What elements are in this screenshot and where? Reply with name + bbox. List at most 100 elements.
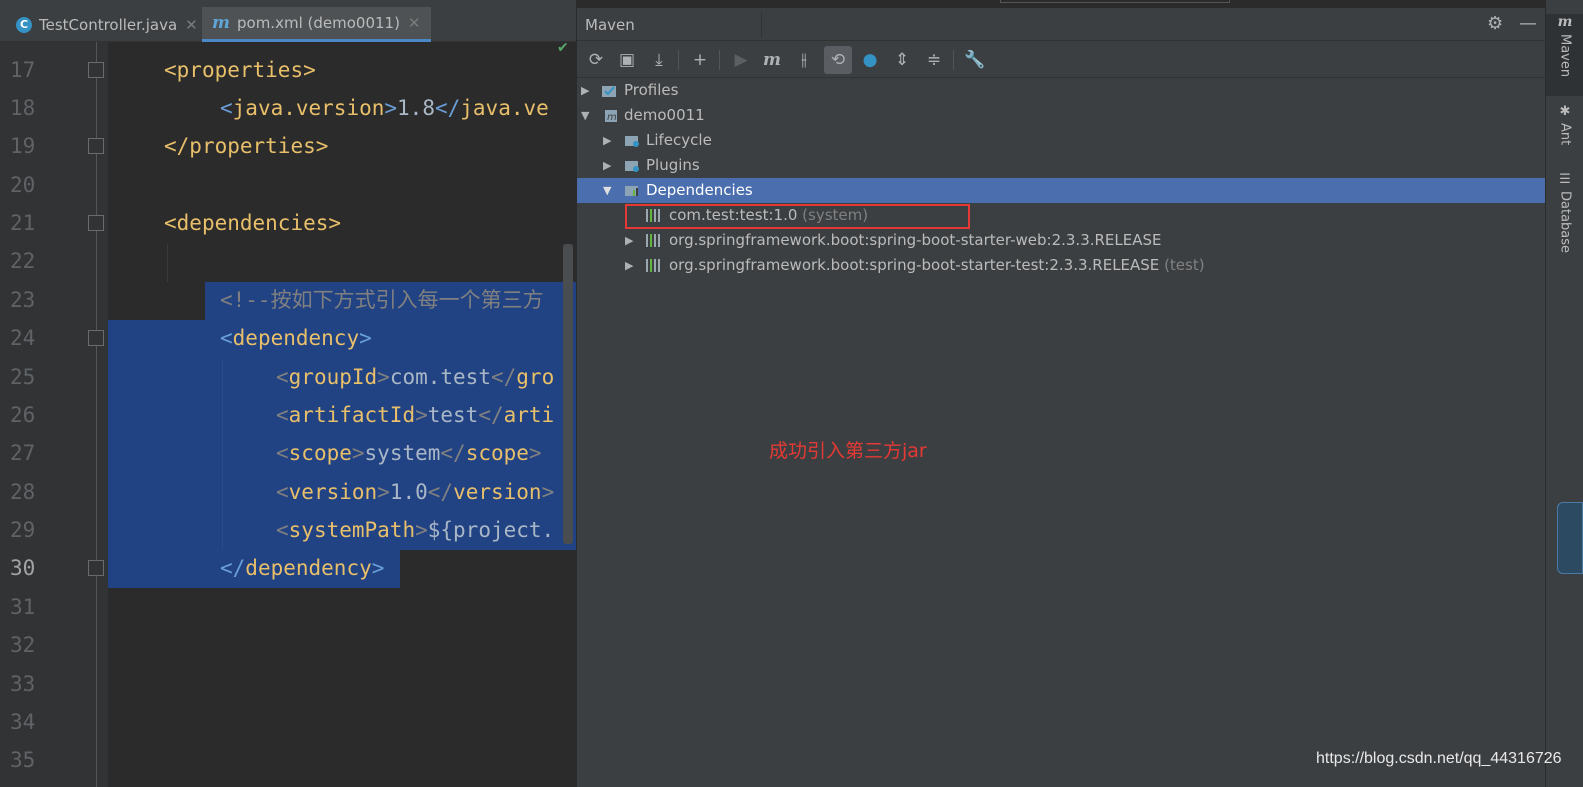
code-line-29[interactable]: <systemPath>${project. xyxy=(276,511,554,549)
code-line-19[interactable]: </properties> xyxy=(164,127,328,165)
fold-marker[interactable] xyxy=(88,62,104,78)
tree-item-profiles[interactable]: ▶ Profiles xyxy=(577,78,1546,103)
expand-arrow-icon[interactable]: ▶ xyxy=(603,153,611,178)
strip-label: Ant xyxy=(1557,123,1573,146)
folder-gear-icon xyxy=(625,136,639,147)
watermark: https://blog.csdn.net/qq_44316726 xyxy=(1316,750,1562,767)
library-icon xyxy=(646,259,664,272)
code-line-21[interactable]: <dependencies> xyxy=(164,204,341,242)
maven-tool-button[interactable]: m Maven xyxy=(1546,14,1583,96)
close-icon[interactable]: ✕ xyxy=(185,16,198,34)
folder-gear-icon xyxy=(625,161,639,172)
tag-name: scope xyxy=(288,441,352,465)
bracket: < xyxy=(276,403,289,427)
code-line-27[interactable]: <scope>system</scope> xyxy=(276,434,542,472)
expand-all-icon[interactable]: ⇕ xyxy=(888,46,916,74)
svg-text:m: m xyxy=(607,112,617,123)
wrench-icon[interactable]: 🔧 xyxy=(961,46,989,74)
tag-value: 1.8 xyxy=(397,96,435,120)
bracket: < xyxy=(276,441,289,465)
code-line-28[interactable]: <version>1.0</version> xyxy=(276,473,554,511)
maven-m-icon[interactable]: m xyxy=(758,46,786,74)
divider xyxy=(761,12,762,38)
bracket: < xyxy=(276,365,289,389)
fold-marker[interactable] xyxy=(88,560,104,576)
add-folder-icon[interactable]: ▣ xyxy=(613,46,641,74)
indent-guide xyxy=(222,360,223,550)
expand-arrow-icon[interactable]: ▶ xyxy=(625,253,633,278)
code-line-17[interactable]: <properties> xyxy=(164,51,316,89)
collapse-arrow-icon[interactable]: ▼ xyxy=(603,178,611,203)
reload-icon[interactable]: ⟳ xyxy=(582,46,610,74)
tree-item-project[interactable]: ▼ m demo0011 xyxy=(577,103,1546,128)
tab-pom-xml[interactable]: m pom.xml (demo0011) ✕ xyxy=(202,7,431,42)
code-line-18[interactable]: <java.version>1.8</java.ve xyxy=(220,89,549,127)
maven-title: Maven xyxy=(585,16,635,34)
bracket: > xyxy=(303,58,316,82)
gear-icon[interactable]: ⚙ xyxy=(1487,13,1503,34)
bracket: </ xyxy=(164,134,190,158)
toggle-offline-icon[interactable]: ⫲ xyxy=(790,46,818,74)
bracket: > xyxy=(415,518,428,542)
maven-m-icon: m xyxy=(1557,14,1573,30)
line-number: 24 xyxy=(10,326,36,350)
maven-panel: Maven ⚙ — ⟳ ▣ ⤓ + ▶ m ⫲ ⟲ ● ⇕ ≑ 🔧 ▶ Prof… xyxy=(576,8,1546,787)
skip-tests-icon[interactable]: ⟲ xyxy=(824,46,852,74)
plus-icon[interactable]: + xyxy=(686,46,714,74)
strip-label: Database xyxy=(1557,191,1573,254)
strip-label: Maven xyxy=(1557,34,1573,78)
run-icon[interactable]: ▶ xyxy=(727,46,755,74)
tag-name: systemPath xyxy=(288,518,416,542)
bracket: > xyxy=(351,441,365,465)
tag-name: java.version xyxy=(232,96,385,120)
floating-widget[interactable] xyxy=(1557,502,1583,574)
tree-item-plugins[interactable]: ▶ Plugins xyxy=(577,153,1546,178)
tag-value: com.test xyxy=(389,365,491,389)
line-number: 32 xyxy=(10,633,36,657)
database-tool-button[interactable]: ☰ Database xyxy=(1546,172,1583,254)
editor-scrollbar[interactable] xyxy=(563,244,573,544)
bracket: > xyxy=(328,211,342,235)
minimize-icon[interactable]: — xyxy=(1519,13,1537,34)
maven-project-icon: m xyxy=(605,110,617,123)
toolbar-separator xyxy=(678,50,679,70)
tree-item-dependency[interactable]: ▶ org.springframework.boot:spring-boot-s… xyxy=(577,253,1546,278)
download-icon[interactable]: ⤓ xyxy=(645,46,673,74)
collapse-all-icon[interactable]: ≑ xyxy=(920,46,948,74)
tree-item-dependency[interactable]: ▶ org.springframework.boot:spring-boot-s… xyxy=(577,228,1546,253)
collapse-arrow-icon[interactable]: ▼ xyxy=(581,103,589,128)
code-line-30[interactable]: </dependency> xyxy=(220,549,384,587)
tree-item-dependencies[interactable]: ▼ Dependencies xyxy=(577,178,1546,203)
tag-name: groupId xyxy=(288,365,378,389)
check-icon: ✔ xyxy=(557,40,569,56)
code-editor[interactable]: C TestController.java ✕ m pom.xml (demo0… xyxy=(0,0,576,787)
code-line-26[interactable]: <artifactId>test</arti xyxy=(276,396,554,434)
bracket: < xyxy=(276,518,289,542)
code-line-24[interactable]: <dependency> xyxy=(220,319,372,357)
bracket: </ xyxy=(434,96,461,120)
dependency-name: org.springframework.boot:spring-boot-sta… xyxy=(669,256,1160,274)
bracket: > xyxy=(415,403,428,427)
line-number: 19 xyxy=(10,134,36,158)
bracket: </ xyxy=(220,556,246,580)
fold-marker[interactable] xyxy=(88,215,104,231)
expand-arrow-icon[interactable]: ▶ xyxy=(625,228,633,253)
tab-testcontroller[interactable]: C TestController.java ✕ xyxy=(6,7,208,42)
tag-value: system xyxy=(364,441,441,465)
ant-tool-button[interactable]: ✱ Ant xyxy=(1546,104,1583,160)
fold-marker[interactable] xyxy=(88,138,104,154)
class-icon: C xyxy=(16,16,32,33)
expand-arrow-icon[interactable]: ▶ xyxy=(603,128,611,153)
editor-tab-bar: C TestController.java ✕ m pom.xml (demo0… xyxy=(0,0,576,42)
tag-name: version xyxy=(453,480,542,504)
tool-window-strip: m Maven ✱ Ant ☰ Database xyxy=(1545,0,1583,787)
bracket: > xyxy=(377,480,390,504)
code-line-23-comment[interactable]: <!--按如下方式引入每一个第三方 xyxy=(220,281,544,319)
code-line-25[interactable]: <groupId>com.test</gro xyxy=(276,358,554,396)
fold-marker[interactable] xyxy=(88,330,104,346)
close-icon[interactable]: ✕ xyxy=(408,14,421,32)
expand-arrow-icon[interactable]: ▶ xyxy=(581,78,589,103)
tree-item-lifecycle[interactable]: ▶ Lifecycle xyxy=(577,128,1546,153)
tag-name: java.ve xyxy=(460,96,549,120)
lifecycle-icon[interactable]: ● xyxy=(856,46,884,74)
